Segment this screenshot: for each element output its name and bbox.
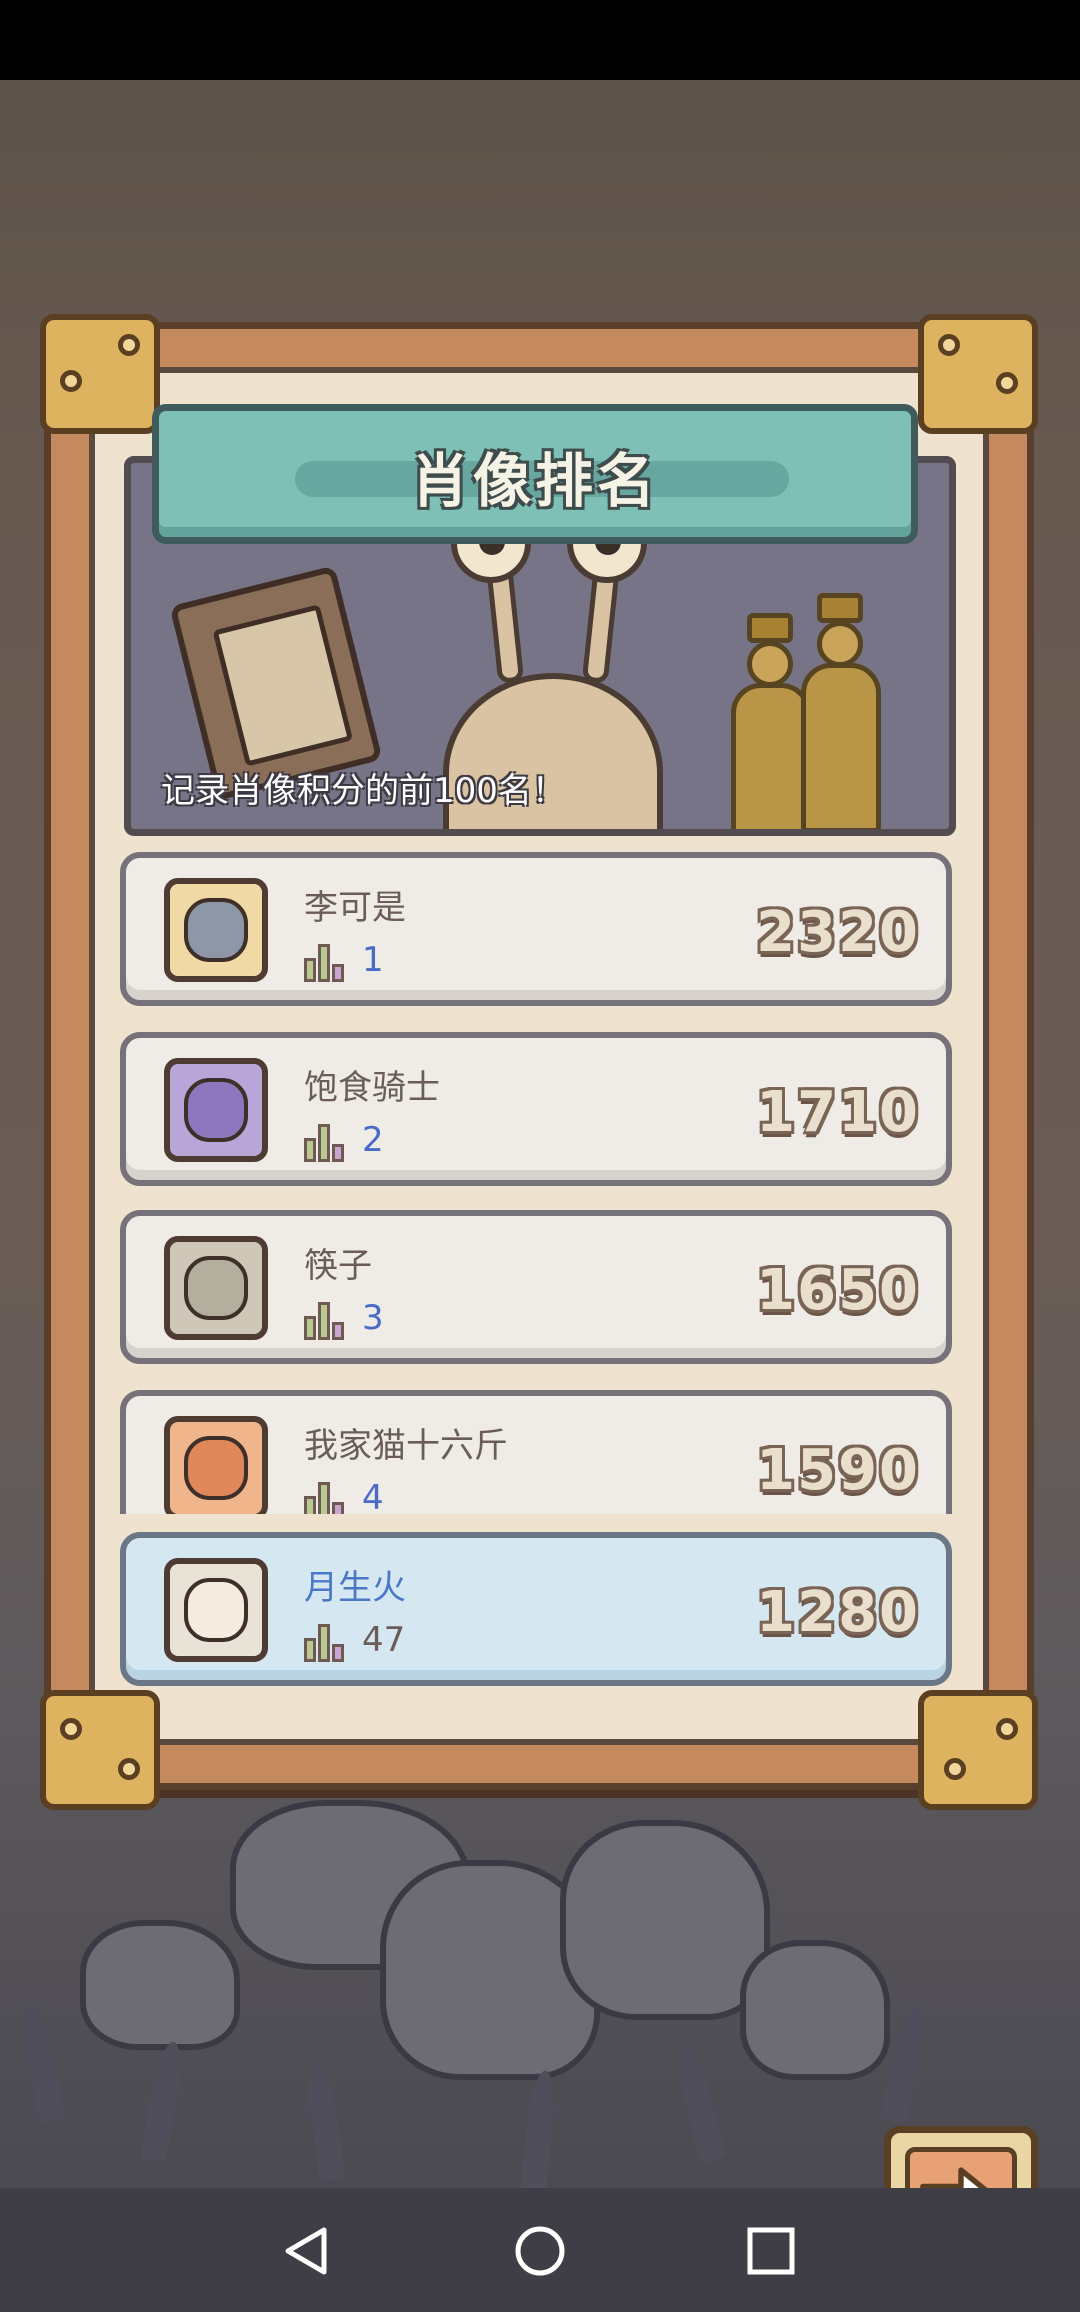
score: 1650 [756,1258,920,1323]
rank-number: 47 [362,1620,406,1660]
grass [303,2059,346,2182]
leaderboard-row[interactable]: 筷子 3 1650 [120,1210,952,1364]
rock [740,1940,890,2080]
player-name: 饱食骑士 [304,1068,440,1108]
current-player-row[interactable]: 月生火 47 1280 [120,1532,952,1686]
score: 2320 [756,900,920,965]
podium-icon [304,1480,348,1514]
rock [80,1920,240,2050]
leaderboard-row[interactable]: 饱食骑士 2 1710 [120,1032,952,1186]
frame-corner [40,1690,160,1810]
shark-avatar-icon [164,878,268,982]
navigation-bar [0,2188,1080,2312]
grass [520,2069,559,2188]
rank-number: 2 [362,1120,384,1160]
podium-icon [304,1622,348,1662]
dragon-avatar-icon [164,1058,268,1162]
score: 1280 [756,1580,920,1645]
podium-icon [304,942,348,982]
podium-icon [304,1300,348,1340]
banner-subtitle: 记录肖像积分的前100名！ [161,771,566,811]
status-bar [0,0,1080,80]
frame-corner [918,1690,1038,1810]
grass [15,1999,66,2123]
knight-avatar-icon [164,1236,268,1340]
rank-number: 4 [362,1478,384,1514]
leaderboard-list[interactable]: 李可是 1 2320 饱食骑士 2 1710 筷子 3 1650 我家猫十六斤 … [120,852,952,1514]
podium-icon [304,1122,348,1162]
frame-corner [918,314,1038,434]
score: 1590 [756,1438,920,1503]
golden-statue-icon [801,663,881,829]
page-title: 肖像排名 [410,447,659,515]
home-icon[interactable] [505,2216,575,2286]
score: 1710 [756,1080,920,1145]
leaderboard-row[interactable]: 我家猫十六斤 4 1590 [120,1390,952,1514]
cat-avatar-icon [164,1416,268,1514]
recent-apps-icon[interactable] [736,2216,806,2286]
grass [671,2040,726,2164]
rock [560,1820,770,2020]
player-name: 我家猫十六斤 [304,1426,508,1466]
leaderboard-row[interactable]: 李可是 1 2320 [120,852,952,1006]
grass [140,2039,187,2163]
title-board: 肖像排名 [152,404,918,544]
player-name: 李可是 [304,888,406,928]
frame-corner [40,314,160,434]
back-icon[interactable] [272,2216,342,2286]
golden-statue-icon [731,683,811,829]
rank-number: 1 [362,940,384,980]
girl-avatar-icon [164,1558,268,1662]
rank-number: 3 [362,1298,384,1338]
player-name: 月生火 [304,1568,406,1608]
player-name: 筷子 [304,1246,372,1286]
